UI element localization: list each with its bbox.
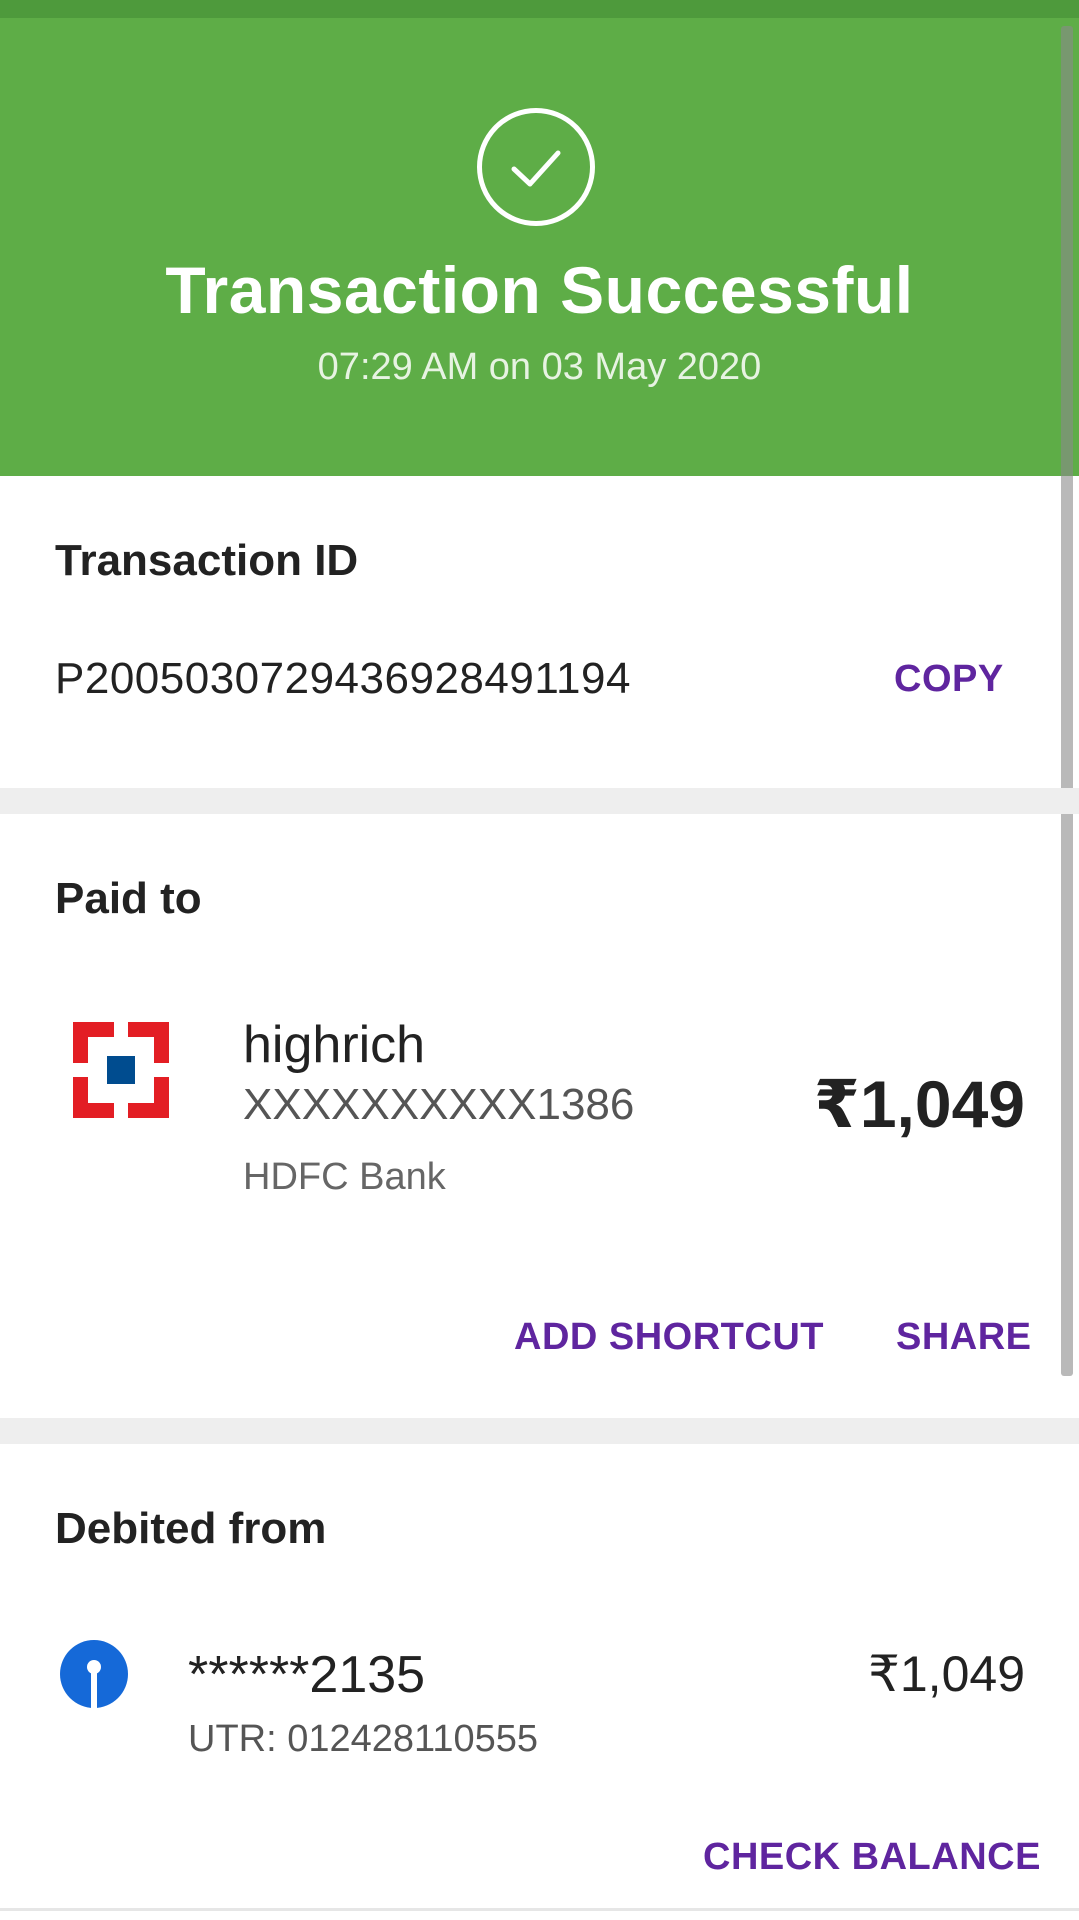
success-header <box>0 18 1079 476</box>
scrollbar[interactable] <box>1061 26 1073 1376</box>
transaction-id-value: P2005030729436928491194 <box>55 654 631 703</box>
copy-button[interactable]: COPY <box>894 658 1004 701</box>
payee-bank: HDFC Bank <box>243 1156 446 1198</box>
utr-number: UTR: 012428110555 <box>188 1718 538 1760</box>
status-bar <box>0 0 1079 18</box>
debited-from-label: Debited from <box>55 1504 327 1553</box>
page-title: Transaction Successful <box>165 253 914 327</box>
add-shortcut-button[interactable]: ADD SHORTCUT <box>514 1316 824 1359</box>
hdfc-bank-logo <box>73 1022 169 1118</box>
share-button[interactable]: SHARE <box>896 1316 1032 1359</box>
check-circle-icon <box>477 108 595 226</box>
paid-to-label: Paid to <box>55 874 202 923</box>
section-divider <box>0 788 1079 814</box>
section-divider <box>0 1418 1079 1444</box>
payee-account: XXXXXXXXXX1386 <box>243 1080 635 1129</box>
sbi-logo <box>60 1640 128 1708</box>
paid-amount: ₹1,049 <box>813 1067 1025 1141</box>
check-balance-button[interactable]: CHECK BALANCE <box>703 1836 1041 1879</box>
debit-amount: ₹1,049 <box>868 1646 1025 1702</box>
transaction-id-label: Transaction ID <box>55 536 359 585</box>
payee-name: highrich <box>243 1016 426 1074</box>
bottom-divider <box>0 1908 1079 1911</box>
debit-account: ******2135 <box>188 1646 426 1704</box>
transaction-timestamp: 07:29 AM on 03 May 2020 <box>317 346 762 388</box>
